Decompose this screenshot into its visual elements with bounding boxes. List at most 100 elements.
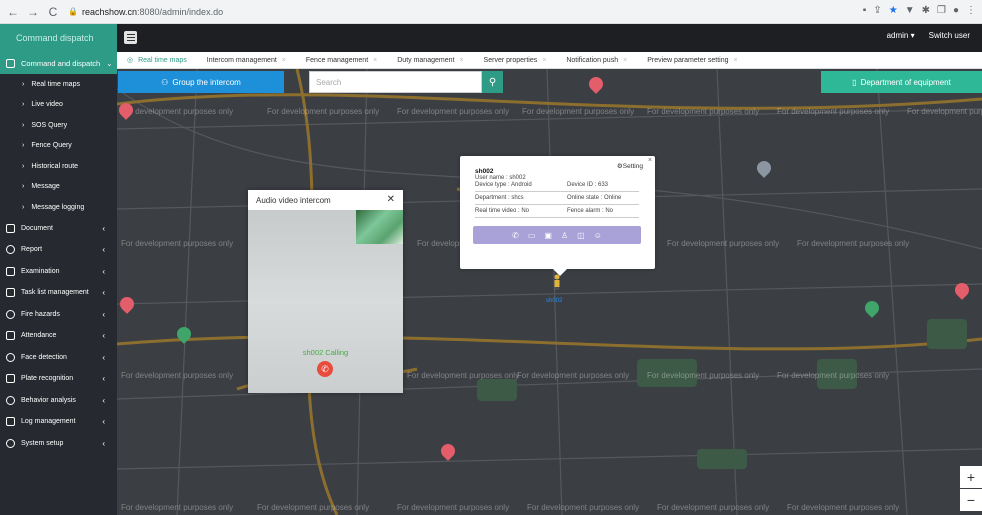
browser-extensions: ▪ ⇪ ★ ▼ ✱ ❐ ● ⋮ bbox=[863, 5, 976, 16]
sidebar-item-label: Historical route bbox=[31, 162, 79, 170]
phone-icon[interactable]: ✆ bbox=[512, 231, 519, 240]
watermark: For development purposes only bbox=[787, 503, 900, 512]
location-icon: ◎ bbox=[127, 57, 134, 64]
online-state: Online state : Online bbox=[567, 195, 622, 201]
department-of-equipment-button[interactable]: ▯ Department of equipment bbox=[821, 71, 982, 93]
address-bar[interactable]: 🔒 reachshow.cn:8080/admin/index.do bbox=[68, 7, 223, 17]
lock-icon: 🔒 bbox=[68, 7, 78, 16]
divider bbox=[475, 204, 639, 205]
sidebar-item-log-management[interactable]: Log management ‹ bbox=[0, 411, 117, 433]
close-icon[interactable]: × bbox=[542, 57, 546, 64]
tab-duty-management[interactable]: Duty management × bbox=[387, 57, 473, 64]
sidebar-item-report[interactable]: Report ‹ bbox=[0, 239, 117, 261]
sidebar-item-attendance[interactable]: Attendance ‹ bbox=[0, 325, 117, 347]
reload-button[interactable]: C bbox=[46, 5, 60, 19]
window-icon[interactable]: ❐ bbox=[937, 5, 946, 16]
switch-user-button[interactable]: Switch user bbox=[929, 31, 970, 40]
search-button[interactable]: ⚲ bbox=[482, 71, 503, 93]
close-icon[interactable]: × bbox=[623, 57, 627, 64]
menu-dots-icon[interactable]: ⋮ bbox=[966, 5, 976, 16]
zoom-out-button[interactable]: − bbox=[960, 489, 982, 511]
tab-fence-management[interactable]: Fence management × bbox=[296, 57, 387, 64]
tab-notification-push[interactable]: Notification push × bbox=[556, 57, 637, 64]
sidebar-item-fence-query[interactable]: › Fence Query bbox=[0, 136, 117, 157]
chevron-left-icon: ‹ bbox=[102, 266, 105, 276]
close-icon[interactable]: × bbox=[459, 57, 463, 64]
sidebar-item-document[interactable]: Document ‹ bbox=[0, 218, 117, 240]
chevron-right-icon: › bbox=[22, 183, 25, 191]
tab-label: Notification push bbox=[566, 56, 619, 64]
group-icon: ⚇ bbox=[161, 77, 169, 87]
bookmark-star-icon[interactable]: ★ bbox=[889, 5, 898, 16]
close-icon[interactable]: ✕ bbox=[387, 194, 395, 205]
sidebar-group-command[interactable]: Command and dispatch ⌄ bbox=[0, 52, 117, 74]
sidebar-item-behavior-analysis[interactable]: Behavior analysis ‹ bbox=[0, 390, 117, 412]
device-icon: ▯ bbox=[852, 77, 857, 87]
video-icon[interactable]: ▭ bbox=[528, 231, 536, 240]
sidebar-item-label: System setup bbox=[21, 439, 64, 447]
zoom-in-button[interactable]: + bbox=[960, 466, 982, 488]
screen-icon[interactable]: ▣ bbox=[544, 231, 552, 240]
filter-icon[interactable]: ▼ bbox=[905, 5, 915, 16]
close-icon[interactable]: × bbox=[282, 57, 286, 64]
sidebar-item-historical-route[interactable]: › Historical route bbox=[0, 156, 117, 177]
sidebar-item-real-time-maps[interactable]: › Real time maps bbox=[0, 74, 117, 95]
setting-button[interactable]: ⚙Setting bbox=[617, 162, 643, 170]
sidebar-item-live-video[interactable]: › Live video bbox=[0, 95, 117, 116]
group-intercom-button[interactable]: ⚇ Group the intercom bbox=[118, 71, 284, 93]
sidebar-item-message[interactable]: › Message bbox=[0, 177, 117, 198]
tab-real-time-maps[interactable]: ◎ Real time maps bbox=[117, 56, 197, 65]
sidebar-item-label: Behavior analysis bbox=[21, 396, 76, 404]
tab-preview-parameter-setting[interactable]: Preview parameter setting × bbox=[637, 57, 747, 64]
calling-status: sh002 Calling bbox=[302, 348, 349, 357]
close-icon[interactable]: × bbox=[734, 57, 738, 64]
sidebar-item-message-logging[interactable]: › Message logging bbox=[0, 197, 117, 218]
profile-icon[interactable]: ● bbox=[953, 5, 959, 16]
sidebar-item-label: Examination bbox=[21, 267, 60, 275]
watermark: For development purposes only bbox=[777, 371, 890, 380]
puzzle-icon[interactable]: ✱ bbox=[922, 5, 930, 16]
chat-icon[interactable]: ☺ bbox=[594, 231, 602, 240]
close-icon[interactable]: × bbox=[648, 157, 652, 164]
search-input[interactable]: Search bbox=[309, 71, 482, 93]
chevron-down-icon: ⌄ bbox=[106, 58, 113, 68]
sidebar-item-label: Face detection bbox=[21, 353, 67, 361]
watermark: For development purposes only bbox=[407, 371, 520, 380]
phone-hangup-icon: ✆ bbox=[321, 363, 329, 374]
watermark: For development purposes only bbox=[121, 371, 234, 380]
sidebar-item-examination[interactable]: Examination ‹ bbox=[0, 261, 117, 283]
watermark: For development purposes only bbox=[797, 239, 910, 248]
back-button[interactable]: ← bbox=[6, 5, 20, 19]
tab-label: Real time maps bbox=[138, 56, 187, 64]
sidebar-item-label: Fence Query bbox=[31, 142, 72, 150]
user-icon[interactable]: ♙ bbox=[561, 231, 568, 240]
map-canvas[interactable]: For development purposes only For develo… bbox=[117, 69, 982, 515]
watermark: For development purposes only bbox=[257, 503, 370, 512]
sidebar-item-plate-recognition[interactable]: Plate recognition ‹ bbox=[0, 368, 117, 390]
extension-icon[interactable]: ▪ bbox=[863, 5, 867, 16]
menu-toggle-button[interactable] bbox=[124, 31, 137, 44]
share-icon[interactable]: ⇪ bbox=[873, 5, 881, 16]
exam-icon bbox=[6, 266, 15, 276]
folder-icon bbox=[6, 223, 15, 233]
browser-toolbar: ← → C 🔒 reachshow.cn:8080/admin/index.do… bbox=[0, 0, 982, 24]
tab-server-properties[interactable]: Server properties × bbox=[474, 57, 557, 64]
hang-up-button[interactable]: ✆ bbox=[317, 361, 333, 377]
device-location-pin[interactable] bbox=[552, 274, 562, 290]
sidebar-item-face-detection[interactable]: Face detection ‹ bbox=[0, 347, 117, 369]
watermark: For development purposes only bbox=[397, 107, 510, 116]
sidebar-item-sos-query[interactable]: › SOS Query bbox=[0, 115, 117, 136]
local-video-thumbnail[interactable] bbox=[356, 210, 403, 244]
tab-intercom-management[interactable]: Intercom management × bbox=[197, 57, 296, 64]
sidebar-item-task-list[interactable]: Task list management ‹ bbox=[0, 282, 117, 304]
behavior-icon bbox=[6, 395, 15, 405]
user-menu[interactable]: admin ▾ bbox=[887, 31, 915, 40]
sidebar-item-fire-hazards[interactable]: Fire hazards ‹ bbox=[0, 304, 117, 326]
track-icon[interactable]: ◫ bbox=[577, 231, 585, 240]
forward-button[interactable]: → bbox=[26, 5, 40, 19]
watermark: For development purposes only bbox=[121, 503, 234, 512]
chevron-right-icon: › bbox=[22, 121, 25, 129]
sidebar-item-system-setup[interactable]: System setup ‹ bbox=[0, 433, 117, 455]
close-icon[interactable]: × bbox=[373, 57, 377, 64]
setting-label: Setting bbox=[622, 163, 643, 170]
